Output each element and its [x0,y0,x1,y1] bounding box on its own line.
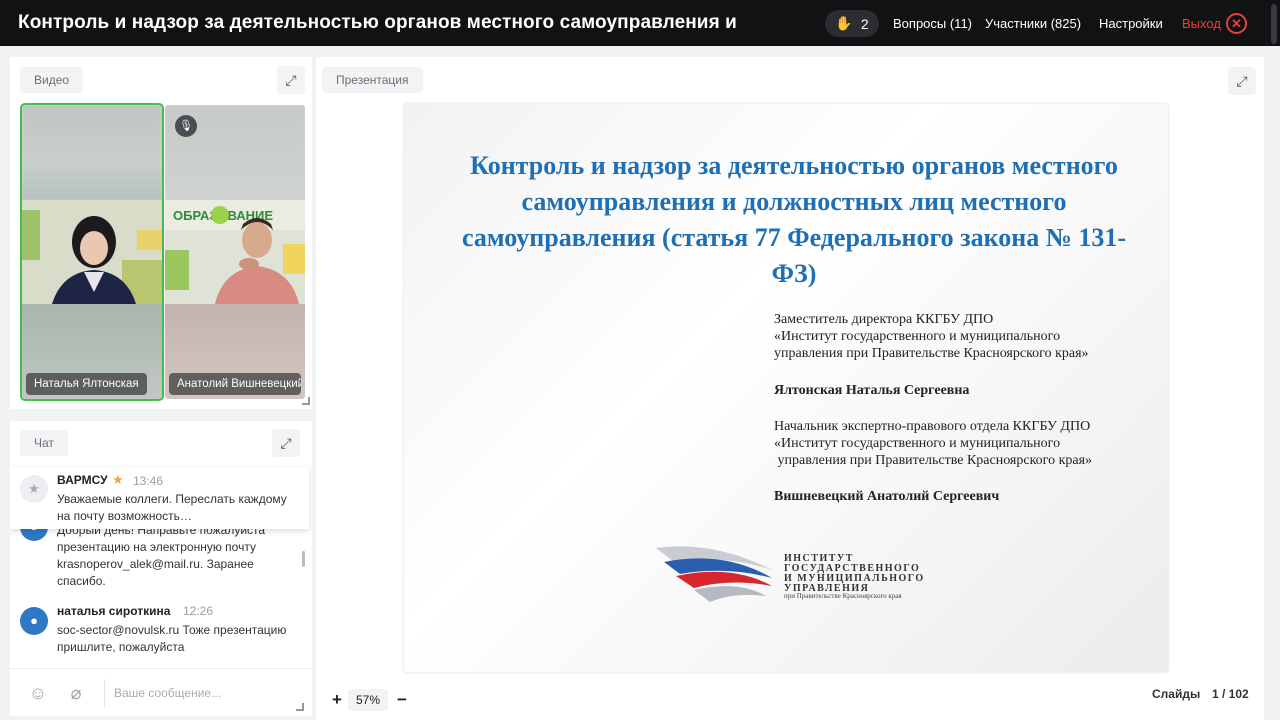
pinned-text: Уважаемые коллеги. Переслать каждому на … [57,492,287,523]
pinned-message[interactable]: ★ ВАРМСУ ★ 13:46 Уважаемые коллеги. Пере… [10,467,309,529]
participants-link[interactable]: Участники (825) [985,16,1081,31]
pin-icon: ★ [20,475,48,503]
chat-expand-button[interactable]: ⤢ [272,429,300,457]
speaker2-role-line: управления при Правительстве Красноярско… [774,453,1093,468]
institute-logo-icon [656,546,772,602]
participant-name-2: Анатолий Вишневецкий [169,373,301,395]
speaker1-role-line: Заместитель директора ККГБУ ДПО [774,312,994,327]
chat-message-author-2: наталья сироткина [57,604,171,618]
video-tile-1[interactable]: Наталья Ялтонская [20,103,164,401]
speaker1-name: Ялтонская Наталья Сергеевна [774,383,970,398]
speaker2-name: Вишневецкий Анатолий Сергеевич [774,489,1000,504]
chat-panel-label: Чат [20,430,68,456]
chat-message-text-1: Добрый день! Направьте пожалуйста презен… [57,523,266,588]
settings-link[interactable]: Настройки [1099,16,1163,31]
logo-subtitle: при Правительстве Красноярского края [784,592,902,600]
speaker1-role-line: управления при Правительстве Красноярско… [774,346,1089,361]
chat-message-time-2: 12:26 [183,604,214,618]
mic-muted-icon: 🎙 [175,115,197,137]
emoji-icon[interactable]: ☺ [27,682,49,704]
chat-message-text-2: soc-sector@novulsk.ru Тоже презентацию п… [57,623,287,654]
logo-text: ИНСТИТУТ ГОСУДАРСТВЕННОГО И МУНИЦИПАЛЬНО… [784,554,925,594]
questions-link[interactable]: Вопросы (11) [893,16,972,31]
zoom-in-button[interactable]: + [328,691,346,709]
video-tile-2[interactable]: ОБРАЗОВАНИЕ 🎙 Анатолий Вишневецкий [165,105,305,399]
raised-hands-count: 2 [860,15,869,32]
chat-input-row: ☺ ⌀ [10,668,312,716]
exit-link[interactable]: Выход [1182,16,1221,31]
close-icon[interactable]: ✕ [1226,13,1247,34]
pinned-author: ВАРМСУ [57,473,108,487]
participant-name-1: Наталья Ялтонская [26,373,147,395]
expand-icon: ⤢ [285,72,297,88]
video-panel-label: Видео [20,67,84,93]
video-feed-2: ОБРАЗОВАНИЕ [165,200,305,304]
zoom-out-button[interactable]: − [393,691,411,709]
resize-handle-icon[interactable] [296,703,304,711]
user-avatar-icon: ● [20,607,48,635]
star-icon: ★ [112,472,124,487]
speaker1-role: Заместитель директора ККГБУ ДПО «Институ… [774,311,1089,362]
video-blur-top [22,105,162,200]
slides-label: Слайды [1152,687,1201,701]
resize-handle-icon[interactable] [302,397,310,405]
expand-icon: ⤢ [280,435,292,451]
speaker2-role-line: «Институт государственного и муниципальн… [774,436,1061,451]
video-panel: Видео ⤢ Наталья Ялтонская ОБРАЗОВАНИЕ [10,57,312,409]
pinned-time: 13:46 [133,474,164,488]
raised-hands-button[interactable]: ✋ 2 [825,10,879,37]
video-feed-1 [22,200,162,304]
attach-icon[interactable]: ⌀ [65,682,87,704]
speaker2-role-line: Начальник экспертно-правового отдела ККГ… [774,419,1091,434]
slide-counter: 1 / 102 [1212,687,1249,701]
speaker1-role-line: «Институт государственного и муниципальн… [774,329,1061,344]
chat-scrollbar[interactable] [302,551,305,567]
slide-title: Контроль и надзор за деятельностью орган… [462,151,1126,288]
presentation-expand-button[interactable]: ⤢ [1228,67,1256,95]
presentation-slide: Контроль и надзор за деятельностью орган… [404,104,1168,672]
top-bar: Контроль и надзор за деятельностью орган… [0,0,1280,46]
presentation-panel-label: Презентация [322,67,423,93]
chat-panel: Чат ⤢ ★ ВАРМСУ ★ 13:46 Уважаемые коллеги… [10,421,312,716]
zoom-level: 57% [348,689,388,711]
hand-icon: ✋ [835,15,853,31]
chat-message-input[interactable] [114,681,294,705]
page-scrollbar[interactable] [1271,0,1277,46]
speaker2-role: Начальник экспертно-правового отдела ККГ… [774,418,1092,469]
expand-icon: ⤢ [1236,73,1248,89]
presentation-panel: Презентация ⤢ Контроль и надзор за деяте… [316,57,1264,720]
event-title: Контроль и надзор за деятельностью орган… [18,12,737,33]
video-expand-button[interactable]: ⤢ [277,66,305,94]
divider [104,679,105,707]
